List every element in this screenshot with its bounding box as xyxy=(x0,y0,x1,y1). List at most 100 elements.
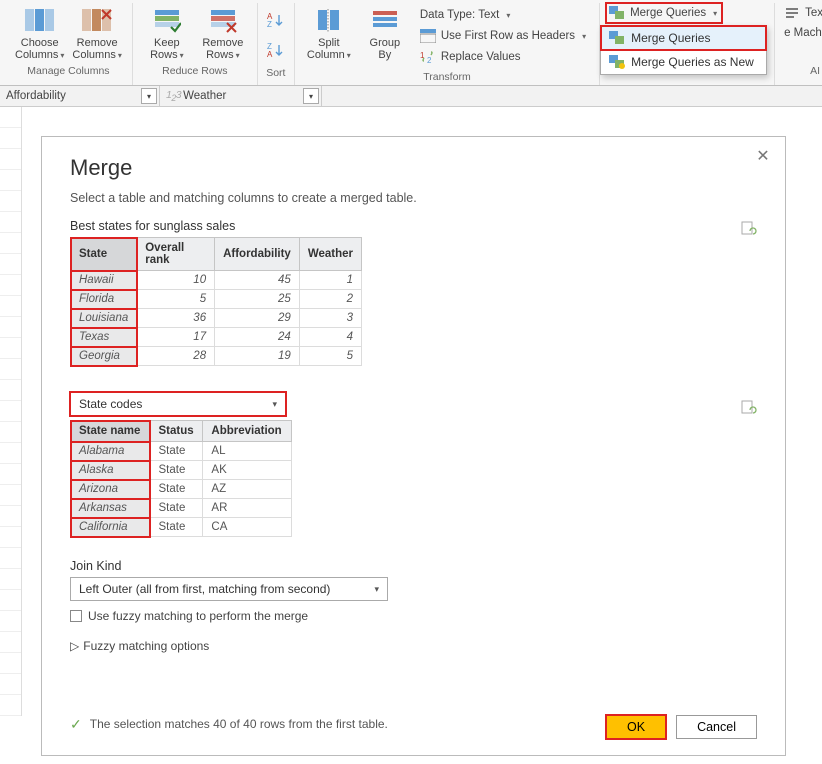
sort-asc-icon: AZ xyxy=(267,11,285,31)
table-row[interactable]: AlaskaStateAK xyxy=(71,461,292,480)
table-row[interactable]: Florida5252 xyxy=(71,290,362,309)
merge-icon xyxy=(609,31,625,45)
column-header[interactable]: Status xyxy=(150,421,203,442)
table-row[interactable]: Texas17244 xyxy=(71,328,362,347)
merge-new-icon xyxy=(609,55,625,69)
caret-icon: ▾ xyxy=(374,584,379,595)
dropdown-merge-queries-new[interactable]: Merge Queries as New xyxy=(601,50,766,74)
ribbon-toolbar: ChooseColumns▾ RemoveColumns▾ Manage Col… xyxy=(0,0,822,86)
group-sort: AZ ZA Sort xyxy=(258,3,295,85)
group-transform: SplitColumn▾ GroupBy Data Type: Text▾ Us… xyxy=(295,3,600,85)
data-type-button[interactable]: Data Type: Text▾ xyxy=(417,5,589,25)
split-column-button[interactable]: SplitColumn▾ xyxy=(301,3,357,63)
ok-button[interactable]: OK xyxy=(606,715,666,739)
merge-queries-button[interactable]: Merge Queries▾ xyxy=(606,3,722,23)
table-row[interactable]: AlabamaStateAL xyxy=(71,442,292,461)
group-manage-columns: ChooseColumns▾ RemoveColumns▾ Manage Col… xyxy=(5,3,133,85)
dialog-title: Merge xyxy=(70,155,757,181)
replace-icon: 12 xyxy=(420,49,436,65)
column-header-affordability[interactable]: Affordability ▾ xyxy=(0,86,160,106)
group-label-manage-columns: Manage Columns xyxy=(27,65,109,77)
join-kind-select[interactable]: Left Outer (all from first, matching fro… xyxy=(70,577,388,601)
data-grid-header: Affordability ▾ 123 Weather ▾ xyxy=(0,86,822,107)
merge-icon xyxy=(609,5,625,21)
group-ai-insights: Text Analytics e Machine Learning AI Ins… xyxy=(775,3,822,85)
azure-ml-partial: e Machine Learning xyxy=(781,23,822,43)
remove-columns-button[interactable]: RemoveColumns▾ xyxy=(68,3,125,63)
column-filter-button[interactable]: ▾ xyxy=(141,88,157,104)
keep-rows-label: KeepRows xyxy=(150,37,180,61)
svg-text:A: A xyxy=(267,50,273,59)
caret-icon: ▾ xyxy=(236,51,240,60)
dropdown-merge-queries[interactable]: Merge Queries xyxy=(601,26,766,50)
fuzzy-matching-checkbox[interactable]: Use fuzzy matching to perform the merge xyxy=(70,609,757,623)
first-table-preview[interactable]: StateOverall rankAffordabilityWeatherHaw… xyxy=(70,237,362,366)
choose-columns-button[interactable]: ChooseColumns▾ xyxy=(11,3,68,63)
choose-columns-icon xyxy=(24,5,56,35)
merge-queries-dropdown: Merge Queries Merge Queries as New xyxy=(600,25,767,75)
group-combine: Merge Queries▾ n Combine Merge Queries M… xyxy=(600,3,775,85)
svg-text:Z: Z xyxy=(267,20,272,29)
column-header[interactable]: State name xyxy=(71,421,151,442)
remove-columns-label: RemoveColumns xyxy=(72,37,117,61)
text-analytics-button[interactable]: Text Analytics xyxy=(781,3,822,23)
keep-rows-icon xyxy=(151,5,183,35)
join-kind-label: Join Kind xyxy=(70,559,757,573)
split-column-label: SplitColumn xyxy=(307,37,345,61)
group-label-ai: AI Insights xyxy=(810,65,822,77)
column-header-weather[interactable]: 123 Weather ▾ xyxy=(160,86,322,106)
fuzzy-options-expander[interactable]: ▷ Fuzzy matching options xyxy=(70,639,757,653)
text-analytics-icon xyxy=(784,5,800,21)
type-number-icon: 123 xyxy=(166,89,181,103)
choose-columns-label: ChooseColumns xyxy=(15,37,59,61)
table-row[interactable]: Hawaii10451 xyxy=(71,271,362,290)
sort-asc-button[interactable]: AZ xyxy=(264,7,288,35)
table-row[interactable]: Louisiana36293 xyxy=(71,309,362,328)
caret-icon: ▾ xyxy=(582,32,586,41)
caret-icon: ▾ xyxy=(180,51,184,60)
dialog-description: Select a table and matching columns to c… xyxy=(70,191,757,205)
sort-desc-button[interactable]: ZA xyxy=(264,37,288,65)
column-header[interactable]: Weather xyxy=(299,238,361,271)
caret-icon: ▾ xyxy=(272,399,277,410)
group-label-sort: Sort xyxy=(266,67,285,79)
sort-desc-icon: ZA xyxy=(267,41,285,61)
second-table-preview[interactable]: State nameStatusAbbreviationAlabamaState… xyxy=(70,420,292,537)
group-by-icon xyxy=(369,5,401,35)
table-row[interactable]: Georgia28195 xyxy=(71,347,362,366)
column-header[interactable]: Overall rank xyxy=(137,238,215,271)
refresh-preview-icon[interactable] xyxy=(741,221,757,237)
keep-rows-button[interactable]: KeepRows▾ xyxy=(139,3,195,63)
table-header-icon xyxy=(420,28,436,44)
match-status: ✓ The selection matches 40 of 40 rows fr… xyxy=(70,716,388,733)
split-column-icon xyxy=(313,5,345,35)
first-row-headers-button[interactable]: Use First Row as Headers▾ xyxy=(417,26,589,46)
remove-rows-button[interactable]: RemoveRows▾ xyxy=(195,3,251,63)
table-row[interactable]: ArkansasStateAR xyxy=(71,499,292,518)
remove-columns-icon xyxy=(81,5,113,35)
caret-icon: ▾ xyxy=(713,9,717,18)
svg-text:2: 2 xyxy=(427,56,432,64)
group-by-button[interactable]: GroupBy xyxy=(357,3,413,63)
column-header[interactable]: Abbreviation xyxy=(203,421,292,442)
table-row[interactable]: CaliforniaStateCA xyxy=(71,518,292,537)
chevron-right-icon: ▷ xyxy=(70,639,79,653)
cancel-button[interactable]: Cancel xyxy=(676,715,757,739)
table-row[interactable]: ArizonaStateAZ xyxy=(71,480,292,499)
replace-values-button[interactable]: 12 Replace Values xyxy=(417,47,589,67)
caret-icon: ▾ xyxy=(347,51,351,60)
caret-icon: ▾ xyxy=(506,11,510,20)
group-label-reduce-rows: Reduce Rows xyxy=(162,65,227,77)
column-header[interactable]: State xyxy=(71,238,137,271)
column-header[interactable]: Affordability xyxy=(215,238,300,271)
remove-rows-icon xyxy=(207,5,239,35)
second-table-select[interactable]: State codes▾ xyxy=(70,392,286,416)
caret-icon: ▾ xyxy=(60,51,64,60)
column-filter-button[interactable]: ▾ xyxy=(303,88,319,104)
group-label-transform: Transform xyxy=(423,71,470,83)
refresh-preview-icon[interactable] xyxy=(741,400,757,416)
close-button[interactable]: ✕ xyxy=(753,147,773,167)
group-reduce-rows: KeepRows▾ RemoveRows▾ Reduce Rows xyxy=(133,3,258,85)
group-by-label: GroupBy xyxy=(370,37,401,61)
first-table-label: Best states for sunglass sales xyxy=(70,219,235,233)
